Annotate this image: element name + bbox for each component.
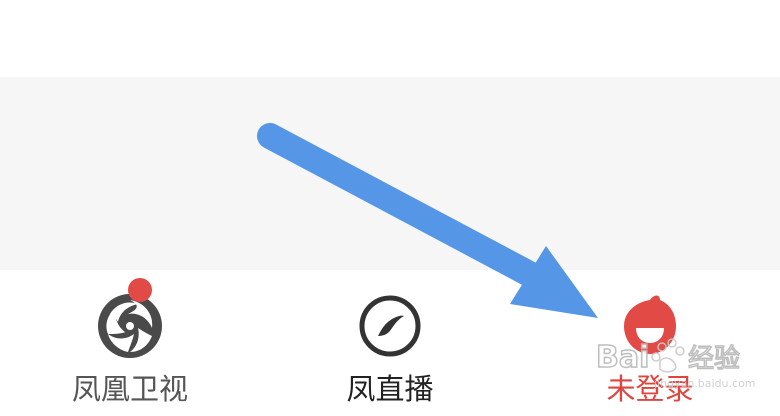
notification-badge-dot <box>128 278 152 302</box>
app-screen: 凤凰卫视 凤直播 未登录 Bai 经验 jingyan.baidu.com <box>0 0 780 416</box>
tab-me[interactable]: 未登录 <box>520 270 780 416</box>
header-area <box>0 0 780 77</box>
tab-phoenix-tv[interactable]: 凤凰卫视 <box>0 270 260 416</box>
phoenix-logo-icon <box>98 294 162 358</box>
content-area <box>0 77 780 270</box>
tab-phoenix-live[interactable]: 凤直播 <box>260 270 520 416</box>
tab-label-not-logged-in: 未登录 <box>606 372 694 406</box>
live-leaf-icon <box>359 295 421 357</box>
bottom-tab-bar: 凤凰卫视 凤直播 未登录 <box>0 270 780 416</box>
user-avatar-icon <box>624 295 676 354</box>
tab-label-phoenix-tv: 凤凰卫视 <box>71 372 188 406</box>
tab-label-phoenix-live: 凤直播 <box>346 372 434 406</box>
